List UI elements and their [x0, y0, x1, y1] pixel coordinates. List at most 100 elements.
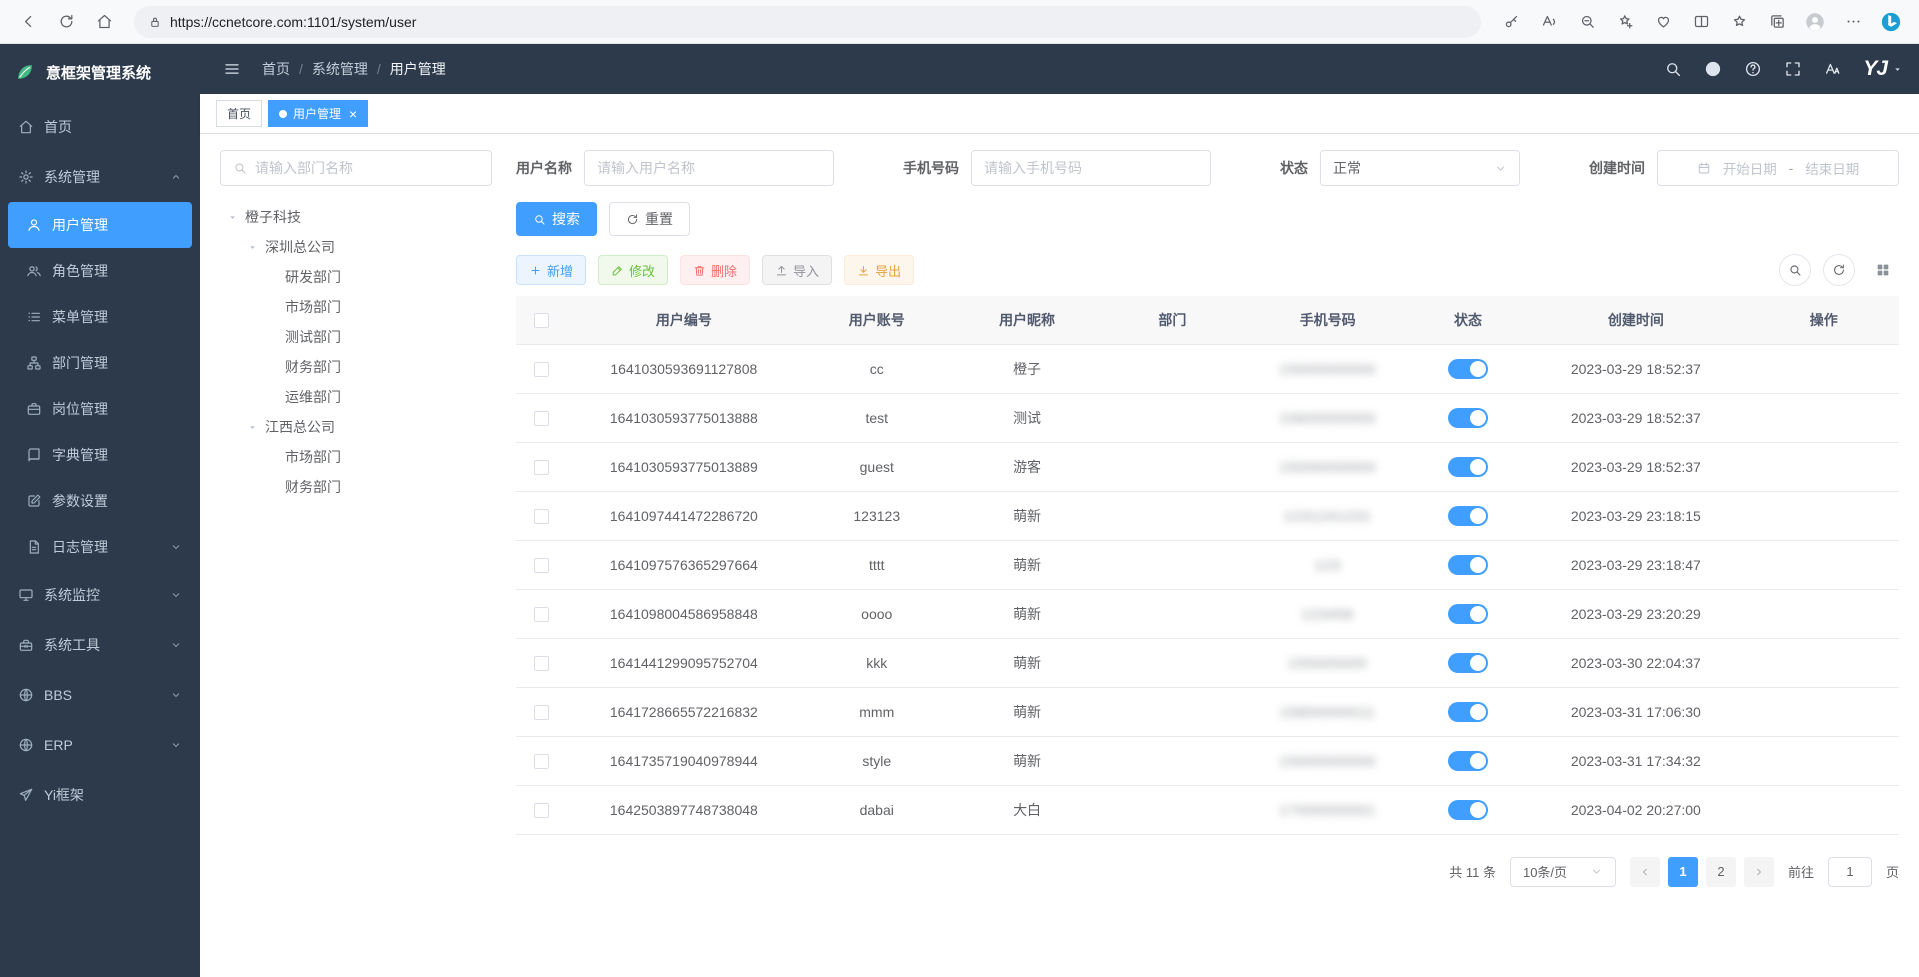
prev-page-button[interactable]: [1630, 857, 1660, 887]
user-phone-cell: 15000000000: [1243, 442, 1413, 491]
page-button-1[interactable]: 1: [1668, 857, 1698, 887]
next-page-button[interactable]: [1744, 857, 1774, 887]
tree-node[interactable]: 市场部门: [220, 292, 492, 322]
status-toggle[interactable]: [1448, 751, 1488, 771]
sidebar-item-system-tools[interactable]: 系统工具: [0, 620, 200, 670]
row-checkbox[interactable]: [534, 607, 549, 622]
sidebar-item-dept-management[interactable]: 部门管理: [0, 340, 200, 386]
row-checkbox[interactable]: [534, 509, 549, 524]
sidebar-item-param-settings[interactable]: 参数设置: [0, 478, 200, 524]
font-size-button[interactable]: [1817, 53, 1849, 85]
tab-user-management[interactable]: 用户管理 ×: [268, 100, 368, 127]
tree-node[interactable]: 研发部门: [220, 262, 492, 292]
sidebar-item-log-management[interactable]: 日志管理: [0, 524, 200, 570]
tree-node[interactable]: 江西总公司: [220, 412, 492, 442]
favorites-button[interactable]: [1721, 4, 1757, 40]
phone-input[interactable]: [971, 150, 1211, 186]
row-checkbox[interactable]: [534, 705, 549, 720]
reset-button[interactable]: 重置: [609, 202, 690, 236]
status-toggle[interactable]: [1448, 408, 1488, 428]
status-toggle[interactable]: [1448, 555, 1488, 575]
toggle-search-button[interactable]: [1779, 254, 1811, 286]
profile-button[interactable]: [1797, 4, 1833, 40]
goto-page-input[interactable]: [1828, 857, 1872, 887]
help-button[interactable]: [1737, 53, 1769, 85]
tree-node[interactable]: 深圳总公司: [220, 232, 492, 262]
select-all-checkbox[interactable]: [534, 313, 549, 328]
header-search-button[interactable]: [1657, 53, 1689, 85]
user-account: test: [802, 393, 952, 442]
page-size-select[interactable]: 10条/页: [1510, 857, 1616, 887]
add-button[interactable]: 新增: [516, 255, 586, 285]
date-range-picker[interactable]: 开始日期 - 结束日期: [1657, 150, 1899, 186]
password-manager-button[interactable]: [1493, 4, 1529, 40]
column-settings-button[interactable]: [1867, 254, 1899, 286]
browser-home-button[interactable]: [86, 4, 122, 40]
tree-node[interactable]: 市场部门: [220, 442, 492, 472]
row-checkbox[interactable]: [534, 558, 549, 573]
tree-node[interactable]: 测试部门: [220, 322, 492, 352]
sidebar-item-role-management[interactable]: 角色管理: [0, 248, 200, 294]
username-input[interactable]: [584, 150, 834, 186]
tree-node[interactable]: 运维部门: [220, 382, 492, 412]
add-favorite-button[interactable]: [1607, 4, 1643, 40]
sidebar-item-yi-framework[interactable]: Yi框架: [0, 770, 200, 820]
edit-button[interactable]: 修改: [598, 255, 668, 285]
reload-button[interactable]: [48, 4, 84, 40]
tree-node[interactable]: 橙子科技: [220, 202, 492, 232]
sidebar-item-user-management[interactable]: 用户管理: [8, 202, 192, 248]
page-button-2[interactable]: 2: [1706, 857, 1736, 887]
sidebar-item-system-monitor[interactable]: 系统监控: [0, 570, 200, 620]
row-checkbox-cell: [516, 736, 566, 785]
breadcrumb: 首页 / 系统管理 / 用户管理: [262, 59, 446, 79]
address-bar[interactable]: https://ccnetcore.com:1101/system/user: [134, 6, 1481, 38]
collections-button[interactable]: [1759, 4, 1795, 40]
row-checkbox[interactable]: [534, 803, 549, 818]
zoom-button[interactable]: [1569, 4, 1605, 40]
tab-home[interactable]: 首页: [216, 100, 262, 127]
collapse-sidebar-button[interactable]: [216, 53, 248, 85]
breadcrumb-home[interactable]: 首页: [262, 59, 290, 79]
back-button[interactable]: [10, 4, 46, 40]
status-toggle[interactable]: [1448, 800, 1488, 820]
status-select[interactable]: 正常: [1320, 150, 1520, 186]
fullscreen-button[interactable]: [1777, 53, 1809, 85]
delete-button[interactable]: 删除: [680, 255, 750, 285]
close-tab-icon[interactable]: ×: [349, 107, 357, 121]
bing-button[interactable]: [1873, 4, 1909, 40]
tree-node[interactable]: 财务部门: [220, 472, 492, 502]
status-toggle[interactable]: [1448, 702, 1488, 722]
read-aloud-button[interactable]: [1531, 4, 1567, 40]
sidebar-item-post-management[interactable]: 岗位管理: [0, 386, 200, 432]
sidebar-item-menu-management[interactable]: 菜单管理: [0, 294, 200, 340]
github-button[interactable]: [1697, 53, 1729, 85]
row-actions-cell: [1749, 687, 1899, 736]
status-toggle[interactable]: [1448, 506, 1488, 526]
sidebar-item-dict-management[interactable]: 字典管理: [0, 432, 200, 478]
breadcrumb-system[interactable]: 系统管理: [312, 59, 368, 79]
user-avatar[interactable]: YJ: [1863, 57, 1903, 81]
search-button[interactable]: 搜索: [516, 202, 597, 236]
row-checkbox[interactable]: [534, 656, 549, 671]
sidebar-item-bbs[interactable]: BBS: [0, 670, 200, 720]
split-screen-button[interactable]: [1683, 4, 1719, 40]
column-header-3: 部门: [1102, 296, 1242, 344]
browser-essentials-button[interactable]: [1645, 4, 1681, 40]
status-toggle[interactable]: [1448, 457, 1488, 477]
sidebar-item-system-management[interactable]: 系统管理: [0, 152, 200, 202]
status-toggle[interactable]: [1448, 604, 1488, 624]
import-button[interactable]: 导入: [762, 255, 832, 285]
row-checkbox[interactable]: [534, 411, 549, 426]
status-toggle[interactable]: [1448, 653, 1488, 673]
row-checkbox[interactable]: [534, 362, 549, 377]
department-search-input[interactable]: [255, 160, 479, 176]
status-toggle[interactable]: [1448, 359, 1488, 379]
row-checkbox[interactable]: [534, 460, 549, 475]
refresh-table-button[interactable]: [1823, 254, 1855, 286]
row-checkbox[interactable]: [534, 754, 549, 769]
sidebar-item-erp[interactable]: ERP: [0, 720, 200, 770]
export-button[interactable]: 导出: [844, 255, 914, 285]
tree-node[interactable]: 财务部门: [220, 352, 492, 382]
sidebar-item-home[interactable]: 首页: [0, 102, 200, 152]
browser-menu-button[interactable]: [1835, 4, 1871, 40]
